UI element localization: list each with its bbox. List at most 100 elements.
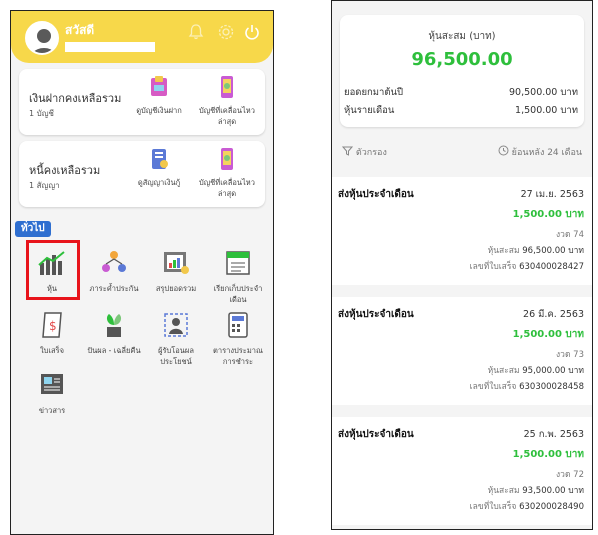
latest-loan-button[interactable]: บัญชีที่เคลื่อนไหวล่าสุด [197, 147, 257, 199]
receipt-line: เลขที่ใบเสร็จ 630200028490 [470, 499, 584, 513]
transaction-type: ส่งหุ้นประจำเดือน [338, 189, 414, 200]
opening-balance-label: ยอดยกมาต้นปี [344, 87, 404, 98]
menu-beneficiary-label: ผู้รับโอนผลประโยชน์ [158, 346, 194, 366]
menu-guarantee-label: ภาระค้ำประกัน [89, 284, 139, 293]
installment-label: งวด [556, 230, 571, 240]
transaction-type: ส่งหุ้นประจำเดือน [338, 309, 414, 320]
home-screen: สวัสดี เงินฝากคงเหลือรวม 1 บัญชี ดูบัญชี… [10, 10, 274, 535]
phone-loan-icon [197, 147, 257, 174]
accumulated-label: หุ้นสะสม [487, 246, 520, 256]
power-icon[interactable] [243, 23, 261, 41]
payment-table-icon [207, 311, 269, 342]
deposit-summary-card: เงินฝากคงเหลือรวม 1 บัญชี ดูบัญชีเงินฝาก… [19, 69, 265, 135]
filter-icon [341, 146, 354, 156]
menu-beneficiary[interactable]: ผู้รับโอนผลประโยชน์ [145, 311, 207, 367]
accumulated-line: หุ้นสะสม 93,500.00 บาท [488, 483, 584, 497]
accumulated-value: 96,500.00 บาท [522, 246, 584, 256]
menu-summary[interactable]: สรุปยอดรวม [145, 249, 207, 294]
menu-receipt[interactable]: $ ใบเสร็จ [21, 311, 83, 356]
accumulated-line: หุ้นสะสม 95,000.00 บาท [488, 363, 584, 377]
transaction-amount: 1,500.00 บาท [512, 209, 584, 220]
installment-line: งวด 73 [556, 347, 584, 361]
accumulated-value: 95,000.00 บาท [522, 366, 584, 376]
loan-summary-card: หนี้คงเหลือรวม 1 สัญญา ดูสัญญาเงินกู้ บั… [19, 141, 265, 207]
accumulated-line: หุ้นสะสม 96,500.00 บาท [488, 243, 584, 257]
filter-bar: ตัวกรอง ย้อนหลัง 24 เดือน [341, 145, 582, 161]
accumulated-value: 93,500.00 บาท [522, 486, 584, 496]
installment-number: 74 [573, 230, 584, 240]
accumulated-label: หุ้นสะสม [487, 366, 520, 376]
loan-title: หนี้คงเหลือรวม [29, 164, 101, 177]
date-range-button[interactable]: ย้อนหลัง 24 เดือน [498, 145, 582, 159]
installment-line: งวด 72 [556, 467, 584, 481]
section-general-label: ทั่วไป [15, 221, 51, 237]
latest-loan-label: บัญชีที่เคลื่อนไหวล่าสุด [199, 178, 255, 198]
user-name-redacted [65, 42, 155, 52]
filter-label: ตัวกรอง [355, 148, 387, 158]
transaction-type: ส่งหุ้นประจำเดือน [338, 429, 414, 440]
transaction-amount: 1,500.00 บาท [512, 449, 584, 460]
menu-dividend[interactable]: ปันผล - เฉลี่ยคืน [83, 311, 145, 356]
deposit-title: เงินฝากคงเหลือรวม [29, 92, 122, 105]
view-deposit-button[interactable]: ดูบัญชีเงินฝาก [129, 75, 189, 116]
receipt-icon: $ [21, 311, 83, 342]
loan-count: 1 สัญญา [29, 181, 60, 190]
dividend-icon [83, 311, 145, 342]
transaction-item[interactable]: ส่งหุ้นประจำเดือน 27 เม.ย. 2563 1,500.00… [332, 177, 592, 285]
receipt-number: 630400028427 [519, 262, 584, 272]
transaction-item[interactable]: ส่งหุ้นประจำเดือน 26 มี.ค. 2563 1,500.00… [332, 297, 592, 405]
deposit-count: 1 บัญชี [29, 109, 54, 118]
view-deposit-label: ดูบัญชีเงินฝาก [136, 106, 182, 115]
svg-text:$: $ [49, 319, 57, 333]
menu-summary-label: สรุปยอดรวม [155, 284, 197, 293]
avatar[interactable] [25, 21, 59, 55]
loan-contract-icon [129, 147, 189, 174]
menu-monthly-billing[interactable]: เรียกเก็บประจำเดือน [207, 249, 269, 305]
receipt-label: เลขที่ใบเสร็จ [469, 502, 517, 512]
shares-screen: หุ้นสะสม (บาท) 96,500.00 ยอดยกมาต้นปี 90… [331, 0, 593, 530]
summary-icon [145, 249, 207, 280]
menu-receipt-label: ใบเสร็จ [40, 346, 64, 355]
receipt-number: 630300028458 [519, 382, 584, 392]
latest-deposit-button[interactable]: บัญชีที่เคลื่อนไหวล่าสุด [197, 75, 257, 127]
monthly-shares-row: หุ้นรายเดือน 1,500.00 บาท [344, 103, 580, 118]
menu-guarantee[interactable]: ภาระค้ำประกัน [83, 249, 145, 294]
menu-monthly-billing-label: เรียกเก็บประจำเดือน [213, 284, 263, 304]
installment-number: 73 [573, 350, 584, 360]
latest-deposit-label: บัญชีที่เคลื่อนไหวล่าสุด [199, 106, 255, 126]
installment-label: งวด [556, 470, 571, 480]
menu-payment-schedule-label: ตารางประมาณการชำระ [213, 346, 263, 366]
profile-header: สวัสดี [11, 11, 273, 63]
opening-balance-value: 90,500.00 บาท [509, 87, 578, 98]
receipt-label: เลขที่ใบเสร็จ [469, 262, 517, 272]
receipt-number: 630200028490 [519, 502, 584, 512]
monthly-bill-icon [207, 249, 269, 280]
receipt-line: เลขที่ใบเสร็จ 630300028458 [470, 379, 584, 393]
shares-highlight-box [26, 240, 80, 300]
beneficiary-icon [145, 311, 207, 342]
gear-icon[interactable] [217, 23, 235, 41]
opening-balance-row: ยอดยกมาต้นปี 90,500.00 บาท [344, 85, 580, 100]
menu-news-label: ข่าวสาร [38, 406, 66, 415]
filter-button[interactable]: ตัวกรอง [341, 145, 387, 159]
receipt-label: เลขที่ใบเสร็จ [469, 382, 517, 392]
transaction-date: 25 ก.พ. 2563 [523, 429, 584, 440]
guarantor-icon [83, 249, 145, 280]
installment-number: 72 [573, 470, 584, 480]
wallet-icon [129, 75, 189, 102]
view-loan-button[interactable]: ดูสัญญาเงินกู้ [129, 147, 189, 188]
transaction-item[interactable]: ส่งหุ้นประจำเดือน 25 ก.พ. 2563 1,500.00 … [332, 417, 592, 525]
receipt-line: เลขที่ใบเสร็จ 630400028427 [470, 259, 584, 273]
news-icon [21, 371, 83, 402]
greeting-text: สวัสดี [65, 23, 95, 37]
bell-icon[interactable] [187, 23, 205, 41]
accumulated-shares-value: 96,500.00 [411, 49, 513, 70]
installment-line: งวด 74 [556, 227, 584, 241]
view-loan-label: ดูสัญญาเงินกู้ [137, 178, 181, 187]
menu-payment-schedule[interactable]: ตารางประมาณการชำระ [207, 311, 269, 367]
menu-news[interactable]: ข่าวสาร [21, 371, 83, 416]
phone-account-icon [197, 75, 257, 102]
monthly-shares-label: หุ้นรายเดือน [344, 105, 395, 116]
history-icon [498, 145, 509, 156]
transaction-date: 26 มี.ค. 2563 [523, 309, 584, 320]
